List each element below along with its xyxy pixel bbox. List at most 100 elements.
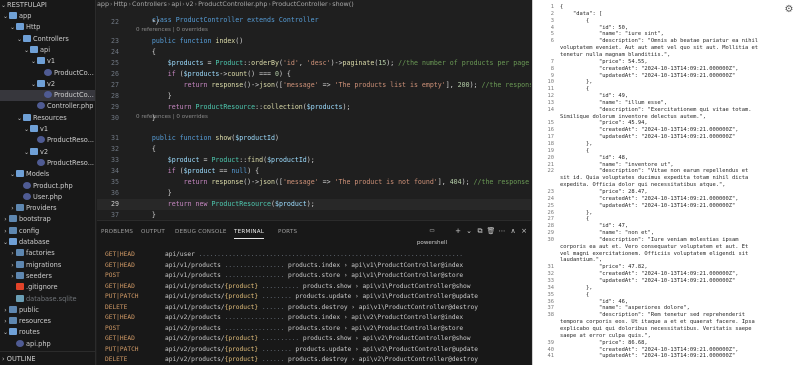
route-uri: api/v1/products/ [165, 293, 225, 300]
code-token: } [136, 211, 156, 219]
route-uri: api/v1/products [165, 261, 221, 269]
tree-item[interactable]: ⌄ Models [0, 169, 95, 180]
json-line-text: tempora corporis eos. Ut itaque a et et … [560, 319, 755, 326]
tab-terminal[interactable]: TERMINAL [234, 229, 265, 239]
more-icon[interactable]: ⋯ [497, 225, 507, 237]
tree-item[interactable]: ⌄ Controllers [0, 34, 95, 45]
tree-item[interactable]: ⌄ app [0, 11, 95, 22]
tree-item[interactable]: › Providers [0, 203, 95, 214]
tree-item[interactable]: ⌄ v1 [0, 56, 95, 67]
new-terminal-icon[interactable]: + [453, 225, 463, 237]
code-token: 200 [457, 81, 470, 89]
json-line-number: 27 [547, 216, 555, 223]
breadcrumb-item[interactable]: ProductController.php [198, 0, 267, 8]
trash-icon[interactable]: 🗑 [486, 225, 496, 237]
tree-item[interactable]: .gitignore [0, 282, 95, 293]
tree-item[interactable]: › migrations [0, 260, 95, 271]
json-line: 17 "updatedAt": "2024-10-13T14:09:21.000… [533, 134, 800, 140]
split-terminal-icon[interactable]: ⧉ [475, 225, 485, 237]
json-line: 35 { [533, 292, 800, 298]
tree-item[interactable]: ⌄ v2 [0, 147, 95, 158]
tab-ports[interactable]: PORTS [278, 229, 297, 235]
breadcrumb-item[interactable]: Http [114, 0, 128, 8]
tree-item[interactable]: ProductCo... [0, 90, 95, 102]
json-line: 7 "price": 54.55, [533, 59, 800, 65]
tree-item[interactable]: database.sqlite [0, 294, 95, 305]
line-number: 35 [111, 178, 119, 186]
explorer-sidebar: ⌄RESTFULAPI ⌄ app ⌄ Http ⌄ Controllers ⌄ api ⌄ v1… [0, 0, 96, 365]
code-token: ()-> [243, 178, 260, 186]
tree-item[interactable]: ProductReso... [0, 158, 95, 169]
code-line: 26 if ($products->count() === 0) { [97, 69, 531, 80]
maximize-icon[interactable]: ∧ [508, 225, 518, 237]
gear-icon[interactable]: ⚙ [784, 5, 794, 15]
json-line-number: 14 [547, 106, 555, 113]
tree-item[interactable]: › factories [0, 248, 95, 259]
tree-item-label: ProductCo... [54, 68, 94, 77]
tree-item[interactable]: ⌄ api [0, 45, 95, 56]
json-line: 24 "createdAt": "2024-10-13T14:09:21.000… [533, 196, 800, 202]
breadcrumb-item[interactable]: api [171, 0, 181, 8]
tree-item[interactable]: ⌄ Http [0, 22, 95, 33]
close-icon[interactable]: × [519, 225, 529, 237]
tree-item-label: factories [26, 249, 55, 258]
chevron-down-icon[interactable]: ⌄ [464, 225, 474, 237]
json-line-text: "createdAt": "2024-10-13T14:09:21.000000… [560, 271, 739, 278]
tree-item[interactable]: Controller.php [0, 101, 95, 112]
json-line-number: 26 [547, 209, 555, 216]
tab-problems[interactable]: PROBLEMS [101, 229, 133, 235]
explorer-root[interactable]: ⌄RESTFULAPI [0, 0, 95, 11]
terminal-name: powershell [416, 240, 448, 246]
breadcrumb-item[interactable]: ProductController [272, 0, 328, 8]
breadcrumb-item[interactable]: Controllers [132, 0, 167, 8]
chevron-down-icon: ⌄ [30, 80, 37, 88]
line-number: 24 [111, 48, 119, 56]
tree-item[interactable]: ⌄ v2 [0, 79, 95, 90]
breadcrumb-item[interactable]: show() [332, 0, 354, 8]
tab-debug-console[interactable]: DEBUG CONSOLE [175, 229, 227, 235]
tab-output[interactable]: OUTPUT [141, 229, 165, 235]
breadcrumb-item[interactable]: v2 [186, 0, 194, 8]
tree-item[interactable]: › seeders [0, 271, 95, 282]
code-token: $product [274, 200, 307, 208]
route-action: products.show › api\v1\ProductController… [299, 282, 471, 290]
outline-section[interactable]: › OUTLINE [0, 351, 95, 365]
tree-item[interactable]: ⌄ Resources [0, 113, 95, 124]
json-line-text: }, [560, 209, 593, 216]
json-line-number: 33 [547, 278, 555, 284]
terminal-selector[interactable]: ▭ powershell [415, 225, 449, 246]
tree-item[interactable]: Product.php [0, 181, 95, 192]
breadcrumb-item[interactable]: app [97, 0, 109, 8]
tree-item[interactable]: ProductReso... [0, 135, 95, 146]
json-line-number: 40 [547, 346, 555, 353]
code-token: 'id' [282, 59, 299, 67]
tree-item[interactable]: › public [0, 305, 95, 316]
json-response-viewer[interactable]: 1{2 "data": [3 {4 "id": 50, 5 "name": "iu… [532, 0, 800, 365]
tree-item-label: Controller.php [47, 102, 94, 111]
code-token: json [259, 81, 275, 89]
route-dots: ........................................… [194, 251, 464, 258]
code-token: orderBy [251, 59, 279, 67]
code-token: ) { [278, 70, 291, 78]
tree-item[interactable]: › bootstrap [0, 214, 95, 225]
tree-item[interactable]: api.php [0, 339, 95, 350]
tree-item[interactable]: › resources [0, 316, 95, 327]
json-line-text: { [560, 216, 590, 223]
tree-item[interactable]: ⌄ routes [0, 327, 95, 338]
tree-item[interactable]: User.php [0, 192, 95, 203]
tree-item[interactable]: ProductCo... [0, 68, 95, 79]
route-line: GET|HEAD api/v1/products ................… [105, 260, 463, 271]
json-line: 2 "data": [ [533, 11, 800, 17]
route-action: products.index › api\v1\ProductControlle… [284, 261, 464, 269]
tree-item[interactable]: › config [0, 226, 95, 237]
code-token: $product [136, 156, 200, 164]
code-line: 35 return response()->json(['message' =>… [97, 177, 531, 188]
tree-item[interactable]: ⌄ database [0, 237, 95, 248]
code-editor[interactable]: app›Http›Controllers›api›v2›ProductContr… [97, 0, 531, 219]
codelens-index[interactable]: 0 references | 0 overrides [136, 26, 208, 35]
tree-item[interactable]: ⌄ v1 [0, 124, 95, 135]
line-number: 37 [111, 211, 119, 219]
json-line-number: 29 [547, 230, 555, 237]
json-line-text: saepe at error culpa quis.", [560, 332, 651, 339]
codelens-show[interactable]: 0 references | 0 overrides [136, 113, 208, 122]
